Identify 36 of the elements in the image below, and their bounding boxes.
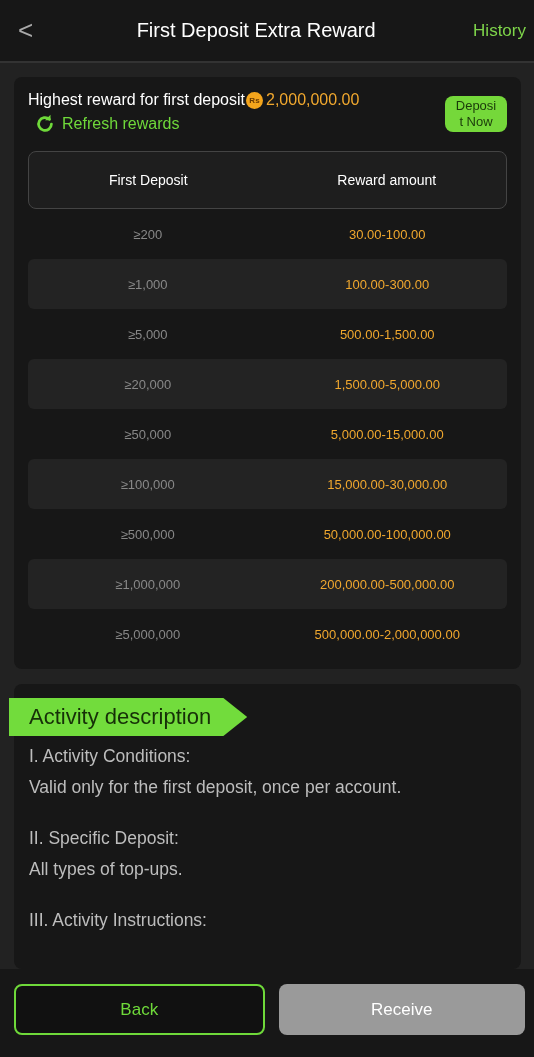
table-cell-text: 50,000.00-100,000.00 [322, 526, 452, 542]
column-header: Reward amount [336, 172, 438, 188]
coin-icon: Rs [246, 91, 263, 109]
table-cell-text: 1,500.00-5,000.00 [333, 376, 441, 392]
refresh-button[interactable]: Refresh rewards [28, 111, 186, 137]
paragraph-heading: III. Activity Instructions: [29, 910, 208, 931]
section-ribbon: Activity description [9, 698, 248, 736]
table-cell-text: ≥200 [132, 226, 164, 242]
table-cell-text: 15,000.00-30,000.00 [326, 476, 449, 492]
table-cell-text: ≥5,000,000 [114, 626, 182, 642]
table-cell-text: ≥1,000 [126, 276, 169, 292]
paragraph-heading: I. Activity Conditions: [29, 746, 192, 767]
table-cell-text: 500.00-1,500.00 [338, 326, 436, 342]
highest-reward-amount: 2,000,000.00 [266, 91, 360, 109]
highest-reward-label: Highest reward for first deposit [28, 91, 245, 109]
table-cell-text: 100.00-300.00 [344, 276, 431, 292]
deposit-now-button[interactable]: Deposi t Now [445, 96, 507, 132]
table-cell-text: ≥5,000 [126, 326, 169, 342]
table-cell-text: ≥20,000 [123, 376, 173, 392]
table-cell-text: ≥100,000 [119, 476, 176, 492]
table-cell-text: ≥1,000,000 [114, 576, 182, 592]
back-button[interactable]: < [12, 15, 40, 46]
paragraph-text: All types of top-ups. [29, 859, 184, 880]
table-cell-text: 200,000.00-500,000.00 [319, 576, 456, 592]
refresh-icon [34, 113, 56, 135]
page-title: First Deposit Extra Reward [136, 19, 376, 42]
history-link[interactable]: History [473, 20, 526, 41]
table-cell-text: 500,000.00-2,000,000.00 [313, 626, 461, 642]
column-header: First Deposit [107, 172, 189, 188]
paragraph-heading: II. Specific Deposit: [29, 828, 180, 849]
table-cell-text: 30.00-100.00 [347, 226, 427, 242]
table-cell-text: ≥500,000 [119, 526, 176, 542]
back-button[interactable]: Back [14, 984, 265, 1035]
table-cell-text: ≥50,000 [123, 426, 173, 442]
table-cell-text: 5,000.00-15,000.00 [329, 426, 445, 442]
paragraph-text: Valid only for the first deposit, once per account. [29, 777, 403, 798]
